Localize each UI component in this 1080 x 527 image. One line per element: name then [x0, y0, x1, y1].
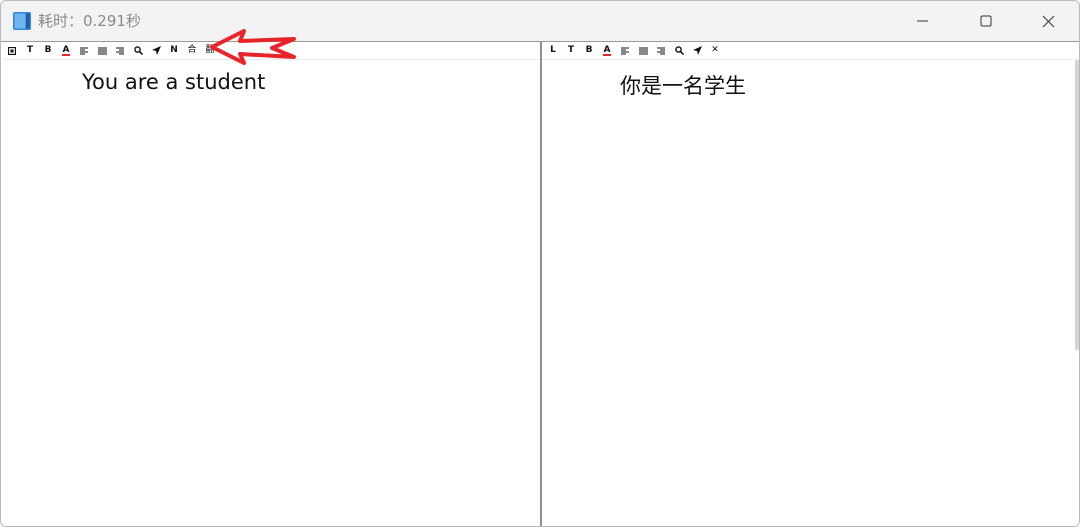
window-title: 耗时：0.291秒 — [38, 12, 141, 30]
align-right-button[interactable] — [111, 42, 129, 59]
align-justify-icon — [97, 47, 107, 54]
font-color-button[interactable]: A — [57, 42, 75, 59]
send-button[interactable] — [688, 42, 706, 59]
search-icon — [674, 46, 684, 55]
source-toolbar: T B A N 合 翻 — [3, 42, 219, 59]
new-button[interactable]: N — [165, 42, 183, 59]
font-color-label: A — [603, 44, 611, 55]
close-pane-button[interactable]: ✕ — [706, 42, 724, 59]
translation-text[interactable]: 你是一名学生 — [620, 70, 746, 100]
minimize-icon — [917, 20, 928, 22]
toggle-icon — [8, 46, 16, 55]
annotation-arrow-icon — [210, 29, 296, 65]
align-left-icon — [621, 47, 629, 54]
merge-button[interactable]: 合 — [183, 42, 201, 59]
align-left-icon — [80, 47, 88, 54]
font-color-bar-icon — [62, 53, 70, 56]
align-justify-button[interactable] — [93, 42, 111, 59]
translation-pane: L T B A ✕ 你是一名学生 — [542, 42, 1079, 526]
send-button[interactable] — [147, 42, 165, 59]
align-right-button[interactable] — [652, 42, 670, 59]
maximize-button[interactable] — [963, 1, 1009, 41]
bold-button[interactable]: B — [580, 42, 598, 59]
toolbar-divider — [542, 59, 1079, 60]
text-button[interactable]: T — [562, 42, 580, 59]
vertical-scrollbar[interactable] — [1075, 60, 1079, 350]
search-button[interactable] — [670, 42, 688, 59]
send-icon — [692, 46, 702, 55]
bold-button[interactable]: B — [39, 42, 57, 59]
align-justify-button[interactable] — [634, 42, 652, 59]
align-right-icon — [657, 47, 665, 54]
source-pane: T B A N 合 翻 You are a student — [3, 29, 540, 526]
align-justify-icon — [638, 47, 648, 54]
minimize-button[interactable] — [900, 1, 946, 41]
align-left-button[interactable] — [616, 42, 634, 59]
font-color-bar-icon — [603, 53, 611, 56]
font-color-button[interactable]: A — [598, 42, 616, 59]
align-left-button[interactable] — [75, 42, 93, 59]
send-icon — [151, 46, 161, 55]
translation-toolbar: L T B A ✕ — [544, 42, 724, 59]
app-icon — [13, 12, 31, 30]
close-button[interactable] — [1025, 1, 1071, 41]
search-button[interactable] — [129, 42, 147, 59]
title-bar[interactable]: 耗时：0.291秒 — [1, 1, 1079, 41]
lock-button[interactable]: L — [544, 42, 562, 59]
font-color-label: A — [62, 44, 70, 55]
close-icon — [1042, 15, 1054, 27]
content-area: T B A N 合 翻 You are a student L T B A ✕ … — [1, 29, 1079, 526]
text-button[interactable]: T — [21, 42, 39, 59]
toggle-button[interactable] — [3, 42, 21, 59]
search-icon — [133, 46, 143, 55]
source-text[interactable]: You are a student — [82, 70, 265, 94]
app-window: 耗时：0.291秒 T B A N 合 翻 You are a student … — [0, 0, 1080, 527]
align-right-icon — [116, 47, 124, 54]
maximize-icon — [980, 15, 992, 27]
